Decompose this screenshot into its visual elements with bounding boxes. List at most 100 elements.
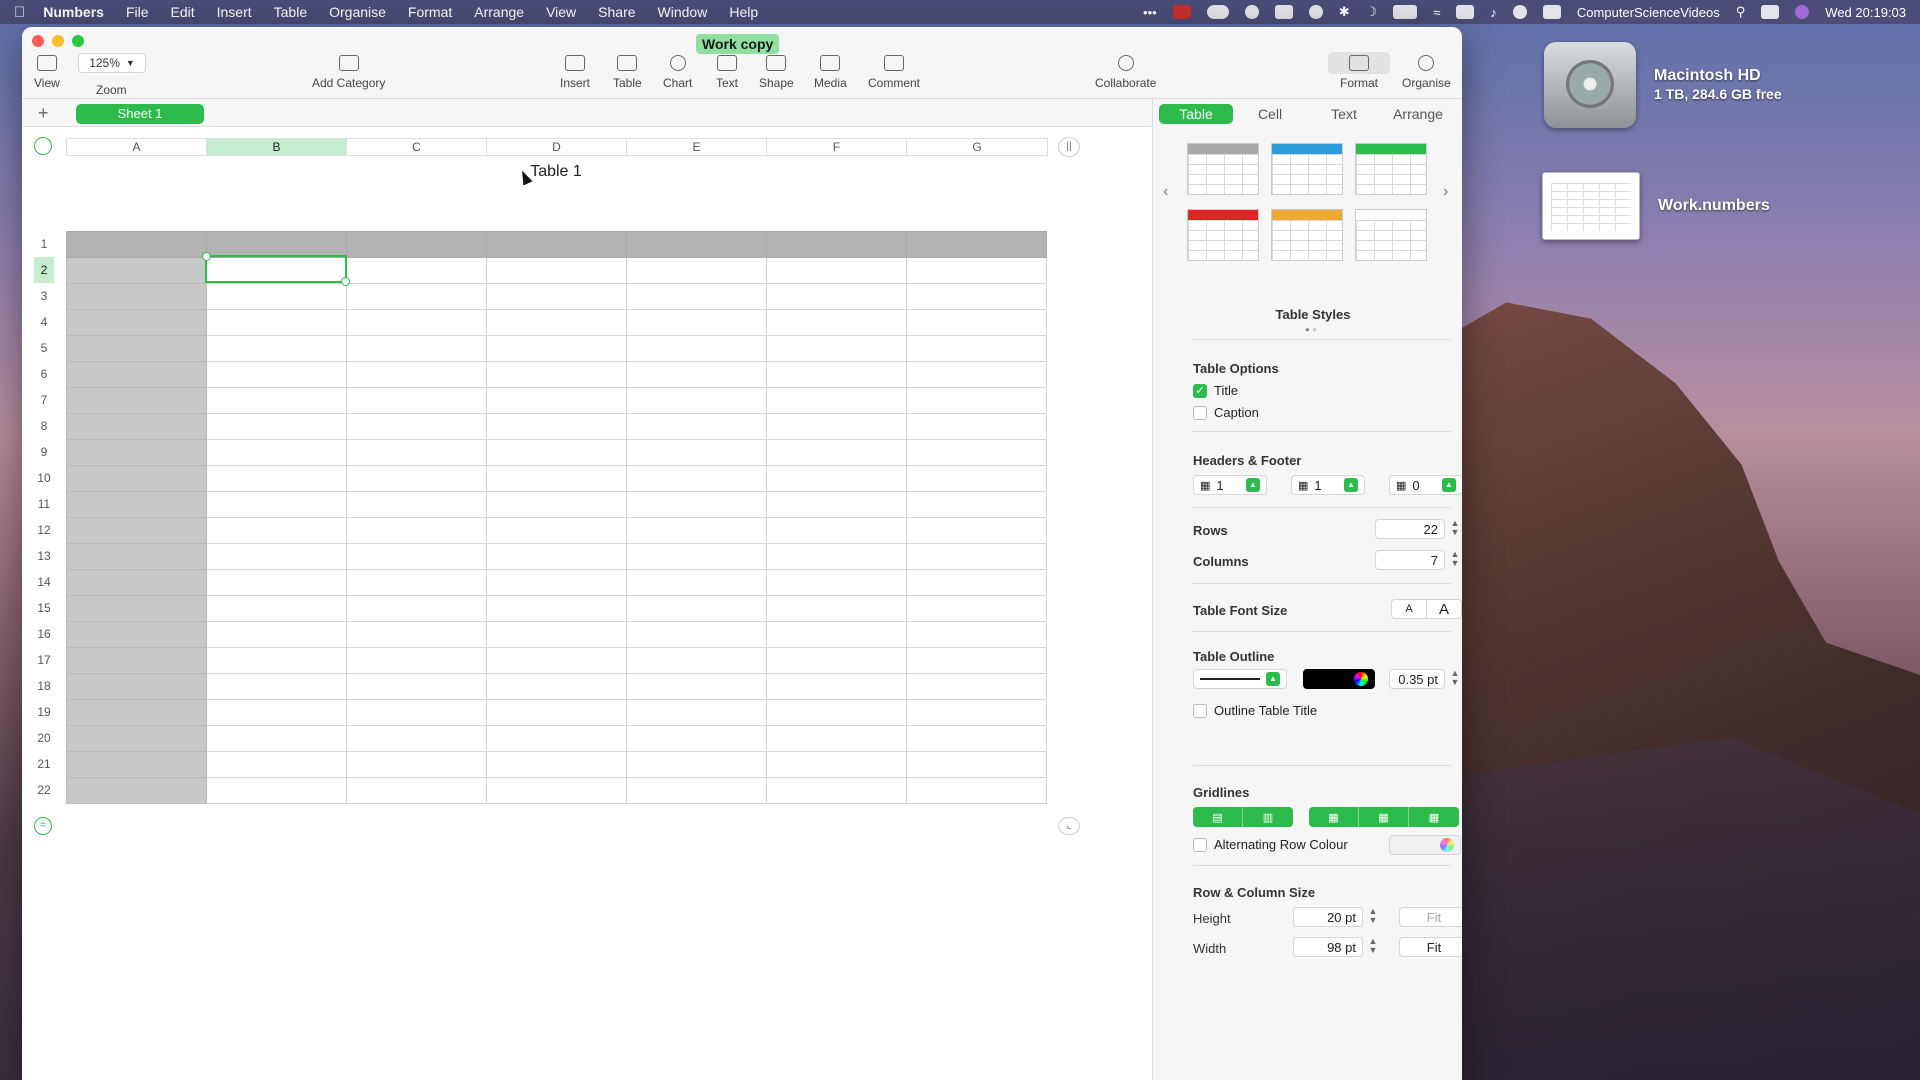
table-cell[interactable] [906, 725, 1047, 752]
user-menu[interactable]: ComputerScienceVideos [1577, 5, 1720, 20]
table-cell[interactable] [206, 569, 347, 596]
table-cell[interactable] [346, 283, 487, 310]
table-cell[interactable] [486, 751, 627, 778]
chevron-right-icon[interactable]: › [1443, 183, 1448, 201]
search-icon[interactable]: ⚲ [1736, 4, 1746, 20]
row-header[interactable]: 19 [34, 699, 54, 725]
table-cell[interactable] [206, 309, 347, 336]
table-cell[interactable] [626, 699, 767, 726]
row-header[interactable]: 15 [34, 595, 54, 621]
bluetooth-icon[interactable]: ✱ [1339, 4, 1350, 20]
font-smaller-button[interactable]: A [1391, 599, 1427, 619]
table-style-thumbnail[interactable] [1355, 143, 1427, 195]
height-stepper[interactable]: ▲ ▼ [1367, 907, 1379, 927]
table-cell[interactable] [766, 751, 907, 778]
menu-view[interactable]: View [546, 4, 576, 20]
zoom-select[interactable]: 125% ▼ [78, 53, 146, 73]
menu-share[interactable]: Share [598, 4, 635, 20]
table-cell[interactable] [486, 725, 627, 752]
rows-input[interactable]: 22 [1375, 519, 1445, 539]
menu-insert[interactable]: Insert [217, 4, 252, 20]
document-title[interactable]: Work copy [696, 34, 780, 54]
column-header-a[interactable]: A [67, 139, 207, 155]
table-cell[interactable] [66, 231, 207, 258]
table-cell[interactable] [66, 257, 207, 284]
column-header-d[interactable]: D [487, 139, 627, 155]
table-cell[interactable] [626, 283, 767, 310]
caption-checkbox[interactable] [1193, 405, 1207, 420]
table-cell[interactable] [206, 543, 347, 570]
table-cell[interactable] [766, 673, 907, 700]
table-cell[interactable] [346, 621, 487, 648]
row-header[interactable]: 13 [34, 543, 54, 569]
table-cell[interactable] [346, 751, 487, 778]
table-cell[interactable] [626, 335, 767, 362]
menu-table[interactable]: Table [274, 4, 307, 20]
organise-button[interactable]: Organise [1402, 55, 1451, 90]
width-stepper[interactable]: ▲ ▼ [1367, 937, 1379, 957]
table-cell[interactable] [626, 465, 767, 492]
header-cols-select[interactable]: ▦ 1 ▲ [1291, 475, 1365, 495]
table-cell[interactable] [626, 621, 767, 648]
table-cell[interactable] [906, 387, 1047, 414]
columns-input[interactable]: 7 [1375, 550, 1445, 570]
table-cell[interactable] [346, 725, 487, 752]
table-cell[interactable] [206, 777, 347, 804]
table-cell[interactable] [206, 231, 347, 258]
table-cell[interactable] [346, 595, 487, 622]
table-cell[interactable] [906, 439, 1047, 466]
width-fit-button[interactable]: Fit [1399, 937, 1462, 957]
table-cell[interactable] [346, 647, 487, 674]
table-cell[interactable] [66, 335, 207, 362]
table-cell[interactable] [206, 517, 347, 544]
minimize-button[interactable] [52, 35, 64, 47]
table-cell[interactable] [346, 439, 487, 466]
height-input[interactable]: 20 pt [1293, 907, 1363, 927]
menu-help[interactable]: Help [729, 4, 758, 20]
row-header[interactable]: 22 [34, 777, 54, 803]
time-machine-icon[interactable] [1244, 5, 1259, 19]
title-checkbox[interactable]: ✓ [1193, 383, 1207, 398]
desktop-file[interactable]: Work.numbers [1542, 172, 1770, 240]
zoom-window-button[interactable] [72, 35, 84, 47]
row-header[interactable]: 11 [34, 491, 54, 517]
table-cell[interactable] [626, 751, 767, 778]
rows-stepper[interactable]: ▲ ▼ [1449, 519, 1461, 539]
row-header[interactable]: 8 [34, 413, 54, 439]
table-style-thumbnail[interactable] [1187, 143, 1259, 195]
outline-title-option[interactable]: Outline Table Title [1193, 703, 1317, 718]
comment-button[interactable]: Comment [868, 55, 920, 90]
table-cell[interactable] [486, 413, 627, 440]
table-cell[interactable] [626, 361, 767, 388]
table-cell[interactable] [486, 595, 627, 622]
table-cell[interactable] [766, 777, 907, 804]
add-sheet-button[interactable]: + [38, 103, 49, 124]
row-header[interactable]: 4 [34, 309, 54, 335]
table-cell[interactable] [206, 439, 347, 466]
table-cell[interactable] [906, 361, 1047, 388]
table-cell[interactable] [66, 413, 207, 440]
table-cell[interactable] [346, 491, 487, 518]
vertical-gridlines-icon[interactable]: ▥ [1243, 807, 1293, 827]
table-cell[interactable] [626, 491, 767, 518]
table-cell[interactable] [486, 543, 627, 570]
media-button[interactable]: Media [814, 55, 847, 90]
header-column-gridlines-icon[interactable]: ▦ [1359, 807, 1409, 827]
table-cell[interactable] [66, 283, 207, 310]
table-cell[interactable] [906, 335, 1047, 362]
table-style-thumbnail[interactable] [1271, 143, 1343, 195]
menu-file[interactable]: File [126, 4, 149, 20]
row-header[interactable]: 6 [34, 361, 54, 387]
table-cell[interactable] [626, 595, 767, 622]
table-cell[interactable] [206, 465, 347, 492]
table-cell[interactable] [486, 257, 627, 284]
table-cell[interactable] [906, 413, 1047, 440]
add-category-button[interactable]: Add Category [312, 55, 385, 90]
row-header[interactable]: 21 [34, 751, 54, 777]
apple-icon[interactable]:  [14, 4, 25, 21]
table-cell[interactable] [486, 387, 627, 414]
outline-width-stepper[interactable]: ▲ ▼ [1449, 669, 1461, 689]
chevron-left-icon[interactable]: ‹ [1163, 183, 1168, 201]
table-style-thumbnail[interactable] [1271, 209, 1343, 261]
font-larger-button[interactable]: A [1426, 599, 1462, 619]
